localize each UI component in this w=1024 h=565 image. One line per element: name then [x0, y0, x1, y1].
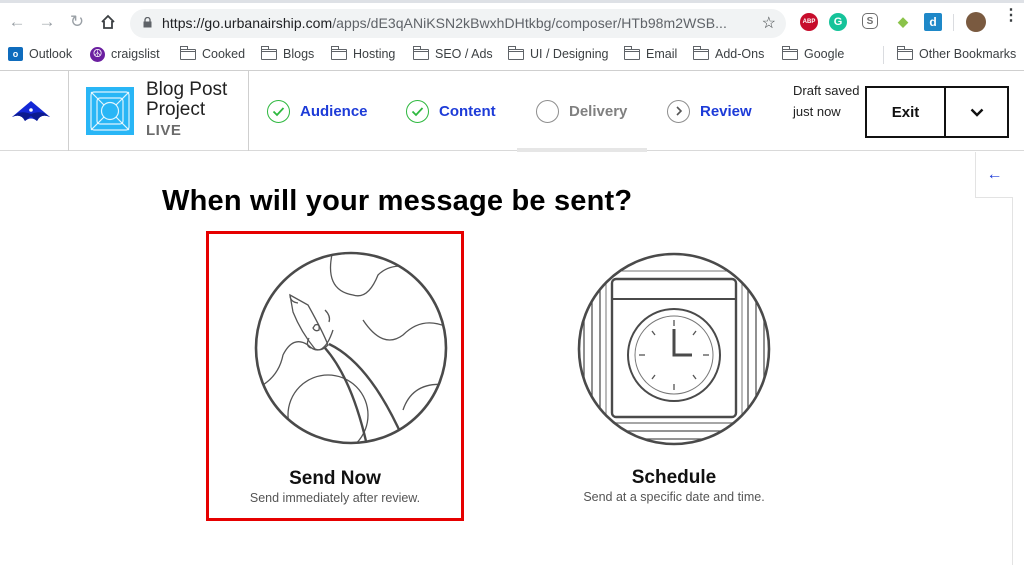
forward-arrow-icon: →	[38, 12, 56, 31]
back-button[interactable]: ←	[6, 11, 28, 33]
project-info: Blog Post Project LIVE	[69, 71, 249, 151]
browser-menu-icon[interactable]: ⋮	[1003, 8, 1019, 24]
folder-icon	[897, 45, 913, 60]
draft-status: Draft saved just now	[793, 83, 860, 119]
bookmark-label: Blogs	[283, 47, 315, 61]
bookmarks-divider	[883, 46, 884, 64]
reload-button[interactable]: ↻	[66, 11, 88, 33]
bookmark-outlook[interactable]: o Outlook	[8, 45, 72, 63]
peace-icon: ☮	[90, 46, 105, 62]
rocket-planet-icon	[254, 251, 448, 445]
calendar-clock-icon	[577, 252, 771, 446]
url-text[interactable]: https://go.urbanairship.com/apps/dE3qANi…	[162, 15, 727, 31]
home-button[interactable]	[97, 11, 119, 33]
chevron-down-icon	[970, 108, 983, 117]
bookmark-folder-cooked[interactable]: Cooked	[180, 45, 245, 63]
check-circle-icon	[406, 99, 429, 123]
step-review[interactable]: Review	[667, 99, 752, 123]
diigo-icon[interactable]: d	[924, 13, 942, 31]
url-host: https://go.urbanairship.com	[162, 15, 333, 31]
arrow-left-icon: ←	[986, 165, 1003, 183]
reload-icon: ↻	[69, 12, 85, 31]
option-title: Send Now	[289, 468, 381, 489]
bookmark-label: UI / Designing	[530, 47, 609, 61]
grammarly-icon[interactable]: G	[829, 13, 847, 31]
other-bookmarks-label: Other Bookmarks	[919, 47, 1017, 61]
folder-icon	[508, 45, 524, 60]
toolbar-divider	[953, 14, 954, 31]
bookmark-label: Cooked	[202, 47, 246, 61]
folder-icon	[693, 45, 709, 60]
bookmark-label: craigslist	[111, 47, 160, 61]
folder-icon	[331, 45, 347, 60]
project-icon	[86, 87, 134, 135]
bookmark-label: SEO / Ads	[435, 47, 493, 61]
step-label: Review	[700, 102, 752, 120]
exit-button[interactable]: Exit	[865, 86, 946, 138]
chevron-right-circle-icon	[667, 99, 690, 123]
empty-circle-icon	[536, 99, 559, 123]
skype-icon[interactable]: S	[862, 13, 878, 29]
step-delivery[interactable]: Delivery	[536, 99, 627, 123]
option-send-now[interactable]: Send Now Send immediately after review.	[206, 231, 464, 521]
url-path: /apps/dE3qANiKSN2kBwxhDHtkbg/composer/HT…	[332, 15, 727, 31]
other-bookmarks[interactable]: Other Bookmarks	[897, 45, 1016, 63]
project-title: Blog Post Project	[146, 80, 227, 120]
lock-icon	[143, 17, 152, 28]
side-panel-border	[1012, 198, 1013, 565]
option-description: Send at a specific date and time.	[583, 490, 765, 504]
current-step-indicator	[517, 148, 647, 152]
project-title-line: Blog Post	[146, 79, 228, 100]
back-arrow-icon: ←	[8, 12, 26, 31]
airship-logo-icon	[12, 101, 50, 121]
project-title-line: Project	[146, 99, 206, 120]
address-bar[interactable]: https://go.urbanairship.com/apps/dE3qANi…	[130, 9, 786, 38]
extension-diamond-icon[interactable]: ◆	[894, 13, 912, 31]
bookmark-label: Outlook	[29, 47, 73, 61]
step-content[interactable]: Content	[406, 99, 496, 123]
step-label: Delivery	[569, 102, 628, 120]
option-description: Send immediately after review.	[249, 491, 421, 505]
bookmark-folder-ui-designing[interactable]: UI / Designing	[508, 45, 609, 63]
browser-toolbar: ← → ↻ https://go.urbanairship.com/apps/d…	[0, 0, 1024, 40]
folder-icon	[782, 45, 798, 60]
bookmark-folder-add-ons[interactable]: Add-Ons	[693, 45, 764, 63]
bookmark-label: Add-Ons	[715, 47, 765, 61]
bookmark-folder-blogs[interactable]: Blogs	[261, 45, 314, 63]
bookmark-label: Hosting	[353, 47, 396, 61]
project-status-badge: LIVE	[146, 122, 182, 139]
option-title: Schedule	[631, 467, 717, 488]
option-schedule[interactable]: Schedule Send at a specific date and tim…	[545, 231, 803, 521]
folder-icon	[413, 45, 429, 60]
step-label: Content	[439, 102, 496, 120]
folder-icon	[624, 45, 640, 60]
page-heading: When will your message be sent?	[162, 185, 633, 217]
folder-icon	[261, 45, 277, 60]
bookmark-star-icon[interactable]: ☆	[762, 13, 776, 33]
folder-icon	[180, 45, 196, 60]
adblock-plus-icon[interactable]: ABP	[800, 13, 818, 31]
app-logo-cell[interactable]	[0, 71, 69, 151]
composer-header: Blog Post Project LIVE Audience Content …	[0, 70, 1024, 152]
bookmark-label: Email	[646, 47, 678, 61]
bookmark-folder-hosting[interactable]: Hosting	[331, 45, 395, 63]
home-icon	[101, 14, 115, 29]
forward-button[interactable]: →	[36, 11, 58, 33]
outlook-icon: o	[8, 47, 23, 61]
step-audience[interactable]: Audience	[267, 99, 368, 123]
expand-side-panel-button[interactable]: ←	[975, 152, 1013, 198]
profile-avatar[interactable]	[966, 12, 986, 32]
bookmark-folder-google[interactable]: Google	[782, 45, 844, 63]
bookmark-folder-seo-ads[interactable]: SEO / Ads	[413, 45, 493, 63]
bookmark-folder-email[interactable]: Email	[624, 45, 677, 63]
bookmarks-bar: o Outlook ☮ craigslist Cooked Blogs Host…	[0, 40, 1024, 70]
step-label: Audience	[300, 102, 368, 120]
more-options-button[interactable]	[944, 86, 1009, 138]
bookmark-label: Google	[804, 47, 845, 61]
check-circle-icon	[267, 99, 290, 123]
bookmark-craigslist[interactable]: ☮ craigslist	[90, 45, 160, 63]
